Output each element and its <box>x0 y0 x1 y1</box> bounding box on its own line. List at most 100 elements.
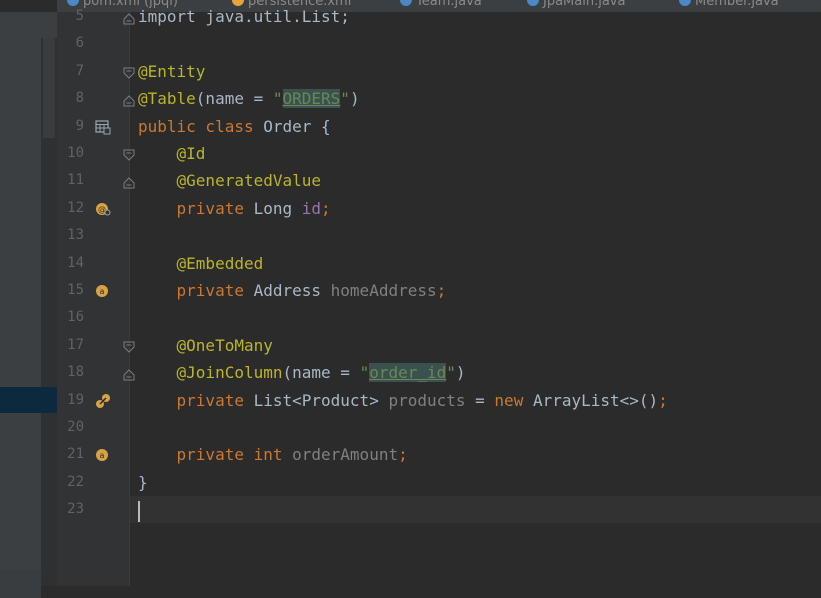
code-token: ORDERS <box>282 89 341 109</box>
fold-start-icon[interactable] <box>123 339 135 353</box>
code-token: } <box>138 472 148 492</box>
code-token: Address <box>253 281 331 300</box>
project-panel-scrollbar-thumb[interactable] <box>43 38 55 138</box>
code-token: " <box>340 89 350 109</box>
line-number[interactable]: 14 <box>57 250 84 277</box>
code-line[interactable]: 5 import java.util.List; <box>57 3 821 30</box>
fold-end-icon[interactable] <box>123 366 135 381</box>
code-token: @Id <box>138 144 206 163</box>
code-line[interactable]: 23 <box>57 496 821 524</box>
code-line[interactable]: 14 @Embedded <box>57 250 821 277</box>
current-line-highlight <box>130 496 821 524</box>
code-token: Long <box>253 198 302 218</box>
code-line[interactable]: 12 @ private Long id; <box>57 195 821 222</box>
code-token: ; <box>398 445 408 465</box>
line-number[interactable]: 9 <box>57 113 84 140</box>
code-line[interactable]: 19 private List<Product> products = new … <box>57 387 821 414</box>
code-token: ArrayList<>() <box>532 390 659 410</box>
code-token: " <box>272 89 283 109</box>
code-text: public class Order { <box>138 113 331 140</box>
code-token: ; <box>321 198 331 218</box>
code-line[interactable]: 21 a private int orderAmount; <box>57 441 821 468</box>
code-token: ) <box>455 363 466 383</box>
line-number[interactable]: 13 <box>57 222 84 249</box>
code-line[interactable]: 16 <box>57 304 821 331</box>
code-token: new <box>494 390 533 410</box>
line-number[interactable]: 19 <box>57 387 84 414</box>
code-token: (name = <box>282 363 360 383</box>
line-number[interactable]: 10 <box>57 140 84 167</box>
fold-end-icon[interactable] <box>123 10 135 25</box>
code-token: order_id <box>369 363 447 383</box>
code-text: private int orderAmount; <box>138 441 408 468</box>
code-token: ) <box>349 89 360 109</box>
line-number[interactable]: 20 <box>57 414 84 441</box>
code-text: @Id <box>138 140 206 167</box>
code-text: @Table(name = "ORDERS") <box>138 85 360 112</box>
code-token: import java.util.List; <box>138 7 350 26</box>
code-line[interactable]: 9 public class Order { <box>57 113 821 140</box>
line-number[interactable]: 5 <box>57 3 84 30</box>
svg-text:a: a <box>100 451 105 460</box>
relation-field-icon[interactable] <box>95 393 111 409</box>
line-number[interactable]: 8 <box>57 85 84 112</box>
code-token: @Table <box>138 89 196 109</box>
code-line[interactable]: 8 @Table(name = "ORDERS") <box>57 85 821 112</box>
code-token: @Entity <box>138 61 206 81</box>
code-line[interactable]: 15 a private Address homeAddress; <box>57 277 821 304</box>
code-text: @OneToMany <box>138 332 273 359</box>
line-number[interactable]: 16 <box>57 304 84 331</box>
project-panel <box>0 12 57 598</box>
fold-start-icon[interactable] <box>123 65 135 79</box>
code-line[interactable]: 17 @OneToMany <box>57 332 821 359</box>
code-line[interactable]: 20 <box>57 414 821 441</box>
code-token: = <box>475 390 495 410</box>
line-number[interactable]: 15 <box>57 277 84 304</box>
line-number[interactable]: 22 <box>57 469 84 496</box>
code-line[interactable]: 7 @Entity <box>57 58 821 85</box>
code-token: @OneToMany <box>138 335 273 355</box>
code-token: Order { <box>263 116 331 136</box>
line-number[interactable]: 23 <box>57 496 84 523</box>
attribute-field-icon[interactable]: a <box>95 283 111 299</box>
code-token: private <box>138 281 254 300</box>
code-text: private List<Product> products = new Arr… <box>138 387 668 414</box>
line-number[interactable]: 11 <box>57 167 84 194</box>
code-text: @Entity <box>138 58 205 85</box>
code-text: @JoinColumn(name = "order_id") <box>138 359 466 386</box>
code-line[interactable]: 11 @GeneratedValue <box>57 167 821 194</box>
code-token: homeAddress <box>330 281 437 300</box>
code-line[interactable]: 18 @JoinColumn(name = "order_id") <box>57 359 821 386</box>
code-line[interactable]: 22} <box>57 469 821 496</box>
code-token: @Embedded <box>138 253 264 273</box>
code-token: " <box>446 363 456 383</box>
code-token: @GeneratedValue <box>138 171 322 191</box>
code-line[interactable]: 6 <box>57 30 821 57</box>
code-token: public class <box>138 116 264 136</box>
code-text: private Address homeAddress; <box>138 277 447 304</box>
id-field-icon[interactable]: @ <box>95 201 111 217</box>
line-number[interactable]: 21 <box>57 441 84 468</box>
fold-end-icon[interactable] <box>123 92 135 107</box>
line-number[interactable]: 6 <box>57 30 84 57</box>
line-number[interactable]: 18 <box>57 359 84 386</box>
project-tree-selected-row[interactable] <box>0 387 57 413</box>
line-number[interactable]: 17 <box>57 332 84 359</box>
code-text: private Long id; <box>138 195 331 222</box>
code-token: private int <box>138 445 293 465</box>
attribute-field-icon[interactable]: a <box>95 447 111 463</box>
code-token: private <box>138 390 254 410</box>
line-number[interactable]: 7 <box>57 58 84 85</box>
fold-end-icon[interactable] <box>123 174 135 189</box>
line-number[interactable]: 12 <box>57 195 84 222</box>
code-text: import java.util.List; <box>138 3 350 30</box>
code-text: @GeneratedValue <box>138 167 322 194</box>
text-caret <box>138 501 140 522</box>
fold-start-icon[interactable] <box>123 147 135 161</box>
code-text: } <box>138 469 148 496</box>
code-line[interactable]: 10 @Id <box>57 140 821 167</box>
code-token: id <box>301 198 322 218</box>
code-token: products <box>388 390 476 410</box>
entity-table-icon[interactable] <box>95 119 111 135</box>
code-line[interactable]: 13 <box>57 222 821 249</box>
